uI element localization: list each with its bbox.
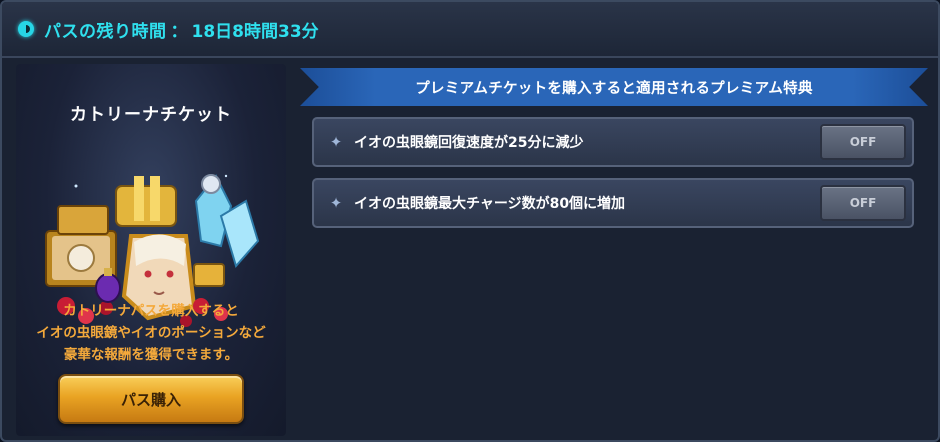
description-line: カトリーナパスを購入すると [63,303,239,319]
benefit-text: イオの虫眼鏡回復速度が25分に減少 [354,135,584,151]
benefit-row: ✦ イオの虫眼鏡最大チャージ数が80個に増加 OFF [312,178,914,228]
header-bar: パスの残り時間 ： 18日8時間33分 [2,2,938,58]
ticket-panel: カトリーナチケット カトリーナパスを購入すると イオの虫眼鏡やイオのポーションな… [16,64,286,436]
description-line: 豪華な報酬を獲得できます。 [63,347,239,363]
premium-benefits-banner: プレミアムチケットを購入すると適用されるプレミアム特典 [300,68,928,106]
ticket-title: カトリーナチケット [70,105,232,125]
gold-key-icon [193,263,225,287]
remaining-time-separator: ： [170,21,188,42]
benefit-toggle[interactable]: OFF [820,185,906,221]
benefit-toggle[interactable]: OFF [820,124,906,160]
benefit-row: ✦ イオの虫眼鏡回復速度が25分に減少 OFF [312,117,914,167]
crystal-icon [194,174,260,269]
remaining-time-label: パスの残り時間 [44,21,167,42]
buy-pass-button[interactable]: パス購入 [58,374,244,424]
ticket-description: カトリーナパスを購入すると イオの虫眼鏡やイオのポーションなど 豪華な報酬を獲得… [16,300,286,366]
benefit-text: イオの虫眼鏡最大チャージ数が80個に増加 [354,196,626,212]
star-icon: ✦ [329,133,343,151]
banner-text: プレミアムチケットを購入すると適用されるプレミアム特典 [415,80,813,97]
star-icon: ✦ [329,194,343,212]
clock-icon [18,21,34,37]
pass-window: パスの残り時間 ： 18日8時間33分 カトリーナチケット カトリーナパスを購入… [0,0,940,442]
gold-emblem-icon [115,176,177,227]
description-line: イオの虫眼鏡やイオのポーションなど [36,325,266,341]
remaining-time-value: 18日8時間33分 [191,21,319,42]
